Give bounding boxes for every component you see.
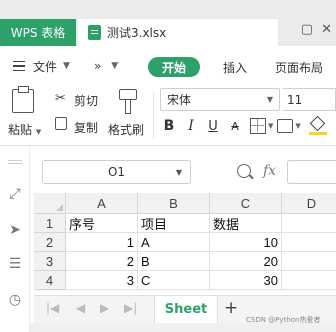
bold-button[interactable]: B [160,116,178,136]
chevron-down-icon[interactable]: ▼ [295,122,300,130]
tab-insert[interactable]: 插入 [223,59,247,76]
chevron-down-icon[interactable]: ▼ [268,122,273,130]
last-sheet-icon[interactable]: ▶| [124,301,137,315]
tab-start[interactable]: 开始 [148,57,200,77]
format-painter-button[interactable]: 格式刷 [108,121,144,138]
row-header[interactable]: 4 [34,271,66,290]
chevron-down-icon[interactable]: ▼ [267,95,273,104]
app-tab[interactable]: WPS 表格 [0,19,76,46]
copy-button[interactable]: 复制 [74,119,98,136]
table-cell[interactable]: B [138,252,210,271]
menu-more[interactable]: » [94,59,101,73]
font-format-row: B I U A ▼ ▼ [160,115,327,137]
name-box[interactable]: O1 ▼ [42,160,191,184]
format-painter-icon[interactable] [118,89,137,114]
history-icon[interactable]: ◷ [7,292,23,308]
chevron-down-icon[interactable]: ▼ [111,61,118,71]
drag-handle-icon[interactable] [8,160,22,161]
sliders-icon[interactable]: ☰ [7,256,23,272]
ribbon-divider [153,92,154,138]
italic-button[interactable]: I [182,116,200,136]
table-cell[interactable] [282,252,336,271]
window-controls: ▢ ✕ [301,22,332,37]
transform-icon[interactable]: ⤢ [7,186,23,202]
column-header[interactable]: B [138,193,210,214]
cursor-icon[interactable]: ➤ [7,222,23,238]
column-header[interactable]: C [210,193,282,214]
paste-button[interactable]: 粘贴 ▼ [8,121,41,138]
border-icon[interactable] [250,118,266,134]
select-all-corner[interactable] [34,193,66,214]
row-header[interactable]: 2 [34,233,66,252]
hamburger-menu-icon[interactable] [13,60,25,72]
fx-icon[interactable]: fx [263,163,276,179]
table-cell[interactable]: 项目 [138,214,210,233]
spreadsheet-file-icon [88,25,101,40]
underline-button[interactable]: U [204,116,222,136]
column-header[interactable]: A [66,193,138,214]
table-cell[interactable]: 数据 [210,214,282,233]
table-cell[interactable]: 10 [210,233,282,252]
formula-bar: O1 ▼ fx [0,160,336,188]
table-cell[interactable]: 序号 [66,214,138,233]
row-header[interactable]: 3 [34,252,66,271]
first-sheet-icon[interactable]: |◀ [46,301,59,315]
table-cell[interactable]: 1 [66,233,138,252]
table-cell[interactable]: A [138,233,210,252]
strikethrough-button[interactable]: A [226,116,244,136]
close-window-icon[interactable]: ✕ [321,22,332,37]
paste-icon[interactable] [12,86,34,113]
copy-icon[interactable] [55,117,67,130]
column-header[interactable]: D [282,193,336,214]
font-size-select[interactable]: 11 [283,88,336,111]
tab-page-layout[interactable]: 页面布局 [275,59,323,76]
document-tab-label: 测试3.xlsx [107,26,167,40]
search-icon[interactable] [237,164,251,178]
scissors-icon[interactable]: ✂ [55,91,66,106]
chevron-down-icon[interactable]: ▼ [63,61,70,71]
table-cell[interactable] [282,271,336,290]
watermark: CSDN @Python热爱者 [246,316,321,324]
table-cell[interactable]: 2 [66,252,138,271]
next-sheet-icon[interactable]: ▶ [100,301,109,315]
table-cell[interactable]: 20 [210,252,282,271]
fill-color-icon[interactable] [308,115,327,135]
cut-button[interactable]: 剪切 [74,92,98,109]
formula-input[interactable] [287,160,336,184]
menu-file[interactable]: 文件 [33,58,57,75]
title-bar: WPS 表格 测试3.xlsx ▢ ✕ [0,0,336,46]
font-name-select[interactable]: 宋体 ▼ [160,88,280,111]
row-header[interactable]: 1 [34,214,66,233]
restore-window-icon[interactable]: ▢ [301,22,313,37]
table-cell[interactable] [282,233,336,252]
ribbon: 粘贴 ▼ ✂ 剪切 复制 格式刷 宋体 ▼ 11 B I U A ▼ ▼ [0,84,336,146]
table-cell[interactable]: C [138,271,210,290]
document-tab[interactable]: 测试3.xlsx [78,19,278,46]
chevron-down-icon[interactable]: ▼ [176,168,182,177]
table-cell[interactable] [282,214,336,233]
prev-sheet-icon[interactable]: ◀ [76,301,85,315]
table-cell[interactable]: 3 [66,271,138,290]
table-cell[interactable]: 30 [210,271,282,290]
sheet-tab[interactable]: Sheet [154,296,218,323]
add-sheet-button[interactable]: + [224,298,238,318]
cell-format-icon[interactable] [277,119,294,133]
